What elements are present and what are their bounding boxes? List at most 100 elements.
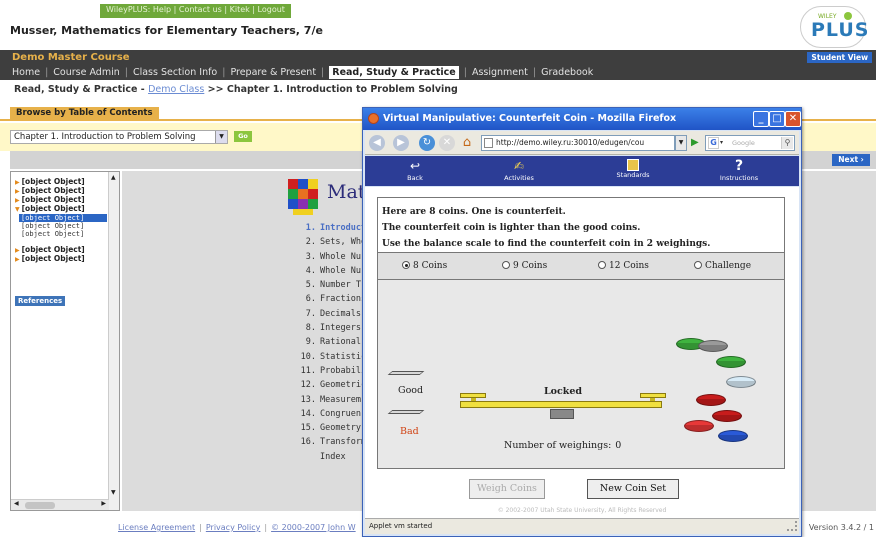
nav-item-home[interactable]: Home (12, 67, 40, 78)
radio-button[interactable] (502, 261, 510, 269)
toc-item[interactable]: 13. Measurem (294, 393, 371, 407)
forward-arrow-icon[interactable]: ▶ (393, 135, 409, 151)
toc-number: 12. (300, 380, 316, 391)
coin[interactable] (716, 356, 746, 368)
coin[interactable] (712, 410, 742, 422)
toc-item[interactable]: 4. Whole Nu (294, 264, 371, 278)
tab-browse-toc[interactable]: Browse by Table of Contents (10, 107, 159, 121)
toc-item[interactable]: 10. Statistics (294, 350, 372, 364)
bad-coin-tray[interactable] (387, 410, 425, 414)
student-view-button[interactable]: Student View (807, 52, 872, 63)
references-button[interactable]: References (15, 296, 66, 306)
toc-item[interactable]: 3. Whole Nu (294, 250, 371, 264)
stop-icon[interactable]: ✕ (439, 135, 455, 151)
toc-item[interactable]: 12. Geometric (294, 378, 371, 392)
sidebar-vertical-scrollbar[interactable]: ▲ ▼ (108, 172, 119, 510)
nav-item-class-section-info[interactable]: Class Section Info (133, 67, 217, 78)
radio-9-coins[interactable]: 9 Coins (502, 261, 547, 271)
weigh-coins-button[interactable]: Weigh Coins (469, 479, 545, 499)
back-arrow-icon[interactable]: ◀ (369, 135, 385, 151)
search-icon[interactable]: ⚲ (781, 137, 793, 149)
sidebar-subitem[interactable]: [object Object] (19, 214, 107, 222)
privacy-link[interactable]: Privacy Policy (206, 523, 261, 532)
scale-status: Locked (544, 386, 583, 397)
breadcrumb-link-demo-class[interactable]: Demo Class (148, 84, 204, 95)
nav-activities-button[interactable]: ✍ Activities (491, 158, 547, 184)
scroll-right-icon[interactable]: ▶ (101, 500, 106, 507)
nav-back-button[interactable]: ↩ Back (387, 158, 443, 184)
resize-grip-icon[interactable] (787, 521, 797, 531)
toc-item[interactable]: 15. Geometry (294, 421, 371, 435)
nav-instructions-button[interactable]: ? Instructions (711, 158, 767, 184)
sidebar-item[interactable]: ▼ [object Object] (15, 205, 107, 214)
nav-item-gradebook[interactable]: Gradebook (541, 67, 593, 78)
home-icon[interactable]: ⌂ (459, 135, 475, 151)
standards-icon (627, 159, 639, 171)
coin[interactable] (718, 430, 748, 442)
scroll-thumb[interactable] (25, 502, 55, 509)
coin[interactable] (698, 340, 728, 352)
toc-item[interactable]: 16. Transform (294, 435, 371, 449)
balance-beam (460, 401, 662, 408)
toc-item[interactable]: 1. Introducti (294, 221, 371, 235)
nav-item-prepare-present[interactable]: Prepare & Present (230, 67, 316, 78)
weighings-count: 0 (615, 440, 622, 451)
nav-standards-button[interactable]: Standards (605, 158, 661, 184)
chevron-down-icon[interactable]: ▼ (215, 131, 227, 143)
nav-item-read-study-practice[interactable]: Read, Study & Practice (329, 66, 459, 79)
wileyplus-logo: WILEY PLUS (800, 6, 868, 48)
search-engine-dropdown-icon[interactable]: ▾ (720, 136, 723, 150)
coin[interactable] (726, 376, 756, 388)
new-coin-set-button[interactable]: New Coin Set (587, 479, 679, 499)
license-link[interactable]: License Agreement (118, 523, 195, 532)
sidebar-subitem[interactable]: [object Object] (21, 230, 107, 238)
radio-challenge[interactable]: Challenge (694, 261, 751, 271)
radio-button[interactable] (598, 261, 606, 269)
coin[interactable] (684, 420, 714, 432)
next-button[interactable]: Next › (832, 154, 870, 166)
sidebar-horizontal-scrollbar[interactable]: ◀ ▶ (11, 499, 109, 510)
nav-item-assignment[interactable]: Assignment (472, 67, 528, 78)
google-icon[interactable]: G (708, 137, 719, 149)
sidebar-item[interactable]: ▶ [object Object] (15, 255, 107, 264)
nav-item-course-admin[interactable]: Course Admin (53, 67, 119, 78)
minimize-button[interactable]: _ (753, 111, 769, 127)
weighings-counter: Number of weighings: 0 (504, 440, 621, 451)
toc-item[interactable]: 5. Number T (294, 278, 371, 292)
top-links[interactable]: WileyPLUS: Help | Contact us | Kitek | L… (100, 4, 291, 18)
scroll-left-icon[interactable]: ◀ (14, 500, 19, 507)
coin[interactable] (696, 394, 726, 406)
scroll-down-icon[interactable]: ▼ (111, 489, 116, 496)
sidebar-subitem[interactable]: [object Object] (21, 222, 107, 230)
radio-button[interactable] (694, 261, 702, 269)
chapter-select[interactable]: Chapter 1. Introduction to Problem Solvi… (10, 130, 228, 144)
toc-label: Congruen (320, 408, 361, 419)
go-arrow-icon[interactable]: ▶ (691, 137, 701, 149)
course-title: Musser, Mathematics for Elementary Teach… (10, 24, 323, 37)
radio-8-coins[interactable]: 8 Coins (402, 261, 447, 271)
nav-separator: | (532, 67, 537, 78)
toc-item[interactable]: 7. Decimals, (294, 307, 371, 321)
main-nav: Demo Master Course Home | Course Admin | Cla… (0, 50, 876, 80)
toc-item[interactable]: 11. Probabilit (294, 364, 372, 378)
url-input[interactable]: http://demo.wiley.ru:30010/edugen/cou (481, 135, 675, 151)
good-coins-tray[interactable] (387, 371, 425, 375)
toc-item[interactable]: 6. Fractions (294, 292, 371, 306)
radio-12-coins[interactable]: 12 Coins (598, 261, 649, 271)
toc-item[interactable]: 8. Integers (294, 321, 371, 335)
radio-button[interactable] (402, 261, 410, 269)
popup-title-bar[interactable]: Virtual Manipulative: Counterfeit Coin -… (363, 108, 801, 130)
maximize-button[interactable]: □ (769, 111, 785, 127)
reload-icon[interactable]: ↻ (419, 135, 435, 151)
search-input[interactable]: G ▾ Google ⚲ (705, 135, 795, 151)
question-mark-icon: ? (734, 158, 744, 174)
go-button[interactable]: Go (234, 131, 252, 142)
close-button[interactable]: ✕ (785, 111, 801, 127)
scroll-up-icon[interactable]: ▲ (111, 174, 116, 181)
copyright-link[interactable]: © 2000-2007 John W (271, 523, 356, 532)
toc-item[interactable]: 9. Rational a (294, 335, 371, 349)
toc-item[interactable]: 14. Congruen (294, 407, 371, 421)
url-dropdown-icon[interactable]: ▼ (675, 135, 687, 151)
nav-standards-label: Standards (616, 171, 650, 179)
toc-item[interactable]: 2. Sets, Whe (294, 235, 371, 249)
